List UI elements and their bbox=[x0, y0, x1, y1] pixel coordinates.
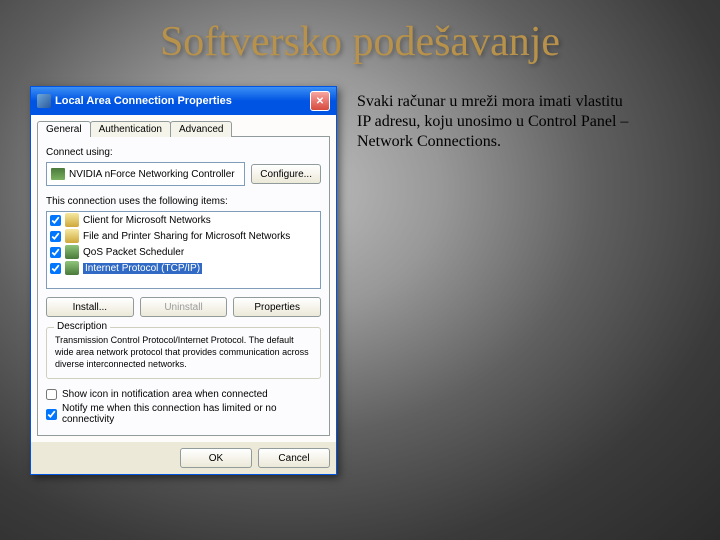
adapter-name: NVIDIA nForce Networking Controller bbox=[69, 169, 235, 180]
list-item[interactable]: File and Printer Sharing for Microsoft N… bbox=[47, 228, 320, 244]
ok-button[interactable]: OK bbox=[180, 448, 252, 468]
description-title: Description bbox=[54, 321, 110, 332]
client-icon bbox=[65, 213, 79, 227]
network-icon bbox=[37, 94, 51, 108]
description-text: Transmission Control Protocol/Internet P… bbox=[55, 334, 312, 370]
items-label: This connection uses the following items… bbox=[46, 196, 321, 207]
item-checkbox[interactable] bbox=[50, 263, 61, 274]
item-label: File and Printer Sharing for Microsoft N… bbox=[83, 231, 290, 242]
configure-button[interactable]: Configure... bbox=[251, 164, 321, 184]
cancel-button[interactable]: Cancel bbox=[258, 448, 330, 468]
item-label: QoS Packet Scheduler bbox=[83, 247, 184, 258]
dialog-footer: OK Cancel bbox=[31, 442, 336, 474]
item-checkbox[interactable] bbox=[50, 215, 61, 226]
connection-items-list[interactable]: Client for Microsoft Networks File and P… bbox=[46, 211, 321, 289]
adapter-field: NVIDIA nForce Networking Controller bbox=[46, 162, 245, 186]
uninstall-button: Uninstall bbox=[140, 297, 228, 317]
item-label: Client for Microsoft Networks bbox=[83, 215, 211, 226]
tab-advanced[interactable]: Advanced bbox=[170, 121, 232, 137]
close-button[interactable]: ✕ bbox=[310, 91, 330, 111]
tab-content: Connect using: NVIDIA nForce Networking … bbox=[37, 136, 330, 436]
item-checkbox[interactable] bbox=[50, 247, 61, 258]
tab-general[interactable]: General bbox=[37, 121, 91, 137]
show-icon-label: Show icon in notification area when conn… bbox=[62, 389, 268, 400]
content-area: Local Area Connection Properties ✕ Gener… bbox=[0, 66, 720, 495]
close-icon: ✕ bbox=[316, 96, 324, 107]
connect-using-label: Connect using: bbox=[46, 147, 321, 158]
install-button[interactable]: Install... bbox=[46, 297, 134, 317]
show-icon-checkbox[interactable] bbox=[46, 389, 57, 400]
item-label: Internet Protocol (TCP/IP) bbox=[83, 263, 202, 274]
description-group: Description Transmission Control Protoco… bbox=[46, 327, 321, 379]
adapter-icon bbox=[51, 168, 65, 180]
properties-button[interactable]: Properties bbox=[233, 297, 321, 317]
properties-dialog: Local Area Connection Properties ✕ Gener… bbox=[30, 86, 337, 475]
dialog-body: General Authentication Advanced Connect … bbox=[31, 115, 336, 442]
list-item[interactable]: Internet Protocol (TCP/IP) bbox=[47, 260, 320, 276]
titlebar: Local Area Connection Properties ✕ bbox=[31, 87, 336, 115]
item-checkbox[interactable] bbox=[50, 231, 61, 242]
slide-title: Softversko podešavanje bbox=[0, 0, 720, 66]
dialog-title: Local Area Connection Properties bbox=[55, 95, 232, 107]
tab-authentication[interactable]: Authentication bbox=[90, 121, 171, 137]
notify-limited-label: Notify me when this connection has limit… bbox=[62, 403, 321, 425]
list-item[interactable]: QoS Packet Scheduler bbox=[47, 244, 320, 260]
side-paragraph: Svaki računar u mreži mora imati vlastit… bbox=[357, 86, 637, 475]
qos-icon bbox=[65, 245, 79, 259]
list-item[interactable]: Client for Microsoft Networks bbox=[47, 212, 320, 228]
tab-bar: General Authentication Advanced bbox=[37, 121, 330, 137]
notify-limited-checkbox[interactable] bbox=[46, 409, 57, 420]
share-icon bbox=[65, 229, 79, 243]
tcpip-icon bbox=[65, 261, 79, 275]
